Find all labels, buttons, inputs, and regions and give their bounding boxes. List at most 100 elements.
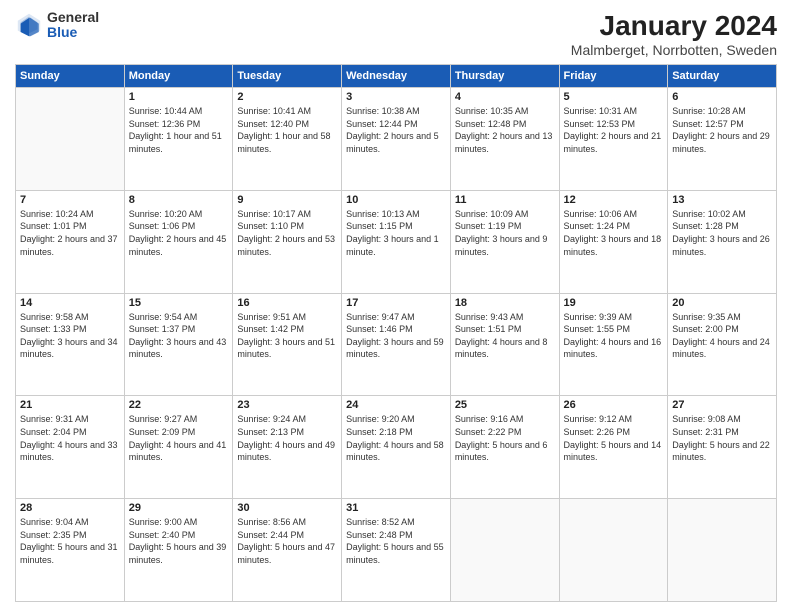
day-number-5: 5	[564, 91, 664, 103]
cell-w2-d5: 12 Sunrise: 10:06 AM Sunset: 1:24 PM Dayl…	[559, 190, 668, 293]
day-info-16: Sunrise: 9:51 AM Sunset: 1:42 PM Dayligh…	[237, 311, 337, 361]
cell-w5-d2: 30 Sunrise: 8:56 AM Sunset: 2:44 PM Dayli…	[233, 499, 342, 602]
week-row-3: 14Sunrise: 9:58 AM Sunset: 1:33 PM Dayli…	[16, 293, 777, 396]
cell-w3-d5: 19 Sunrise: 9:39 AM Sunset: 1:55 PM Dayli…	[559, 293, 668, 396]
th-friday: Friday	[559, 65, 668, 88]
day-number-31: 31	[346, 502, 446, 514]
cell-w4-d1: 22 Sunrise: 9:27 AM Sunset: 2:09 PM Dayli…	[124, 396, 233, 499]
day-number-15: 15	[129, 297, 229, 309]
day-number-10: 10	[346, 194, 446, 206]
day-info-21: Sunrise: 9:31 AM Sunset: 2:04 PM Dayligh…	[20, 413, 120, 463]
th-wednesday: Wednesday	[342, 65, 451, 88]
title-month: January 2024	[571, 10, 777, 42]
day-number-2: 2	[237, 91, 337, 103]
day-number-23: 23	[237, 399, 337, 411]
cell-w2-d2: 9Sunrise: 10:17 AM Sunset: 1:10 PM Dayli…	[233, 190, 342, 293]
day-number-22: 22	[129, 399, 229, 411]
day-number-20: 20	[672, 297, 772, 309]
cell-w5-d4	[450, 499, 559, 602]
week-row-5: 28 Sunrise: 9:04 AM Sunset: 2:35 PM Dayli…	[16, 499, 777, 602]
logo-text: General Blue	[47, 10, 99, 41]
day-number-13: 13	[672, 194, 772, 206]
cell-w5-d3: 31 Sunrise: 8:52 AM Sunset: 2:48 PM Dayli…	[342, 499, 451, 602]
title-block: January 2024 Malmberget, Norrbotten, Swe…	[571, 10, 777, 58]
day-info-19: Sunrise: 9:39 AM Sunset: 1:55 PM Dayligh…	[564, 311, 664, 361]
day-info-23: Sunrise: 9:24 AM Sunset: 2:13 PM Dayligh…	[237, 413, 337, 463]
day-number-8: 8	[129, 194, 229, 206]
cell-w4-d3: 24 Sunrise: 9:20 AM Sunset: 2:18 PM Dayli…	[342, 396, 451, 499]
day-number-17: 17	[346, 297, 446, 309]
day-number-26: 26	[564, 399, 664, 411]
day-info-12: Sunrise: 10:06 AM Sunset: 1:24 PM Daylig…	[564, 208, 664, 258]
day-number-3: 3	[346, 91, 446, 103]
header: General Blue January 2024 Malmberget, No…	[15, 10, 777, 58]
day-number-29: 29	[129, 502, 229, 514]
day-info-31: Sunrise: 8:52 AM Sunset: 2:48 PM Dayligh…	[346, 516, 446, 566]
day-number-14: 14	[20, 297, 120, 309]
day-number-16: 16	[237, 297, 337, 309]
cell-w3-d0: 14Sunrise: 9:58 AM Sunset: 1:33 PM Dayli…	[16, 293, 125, 396]
cell-w2-d6: 13 Sunrise: 10:02 AM Sunset: 1:28 PM Dayl…	[668, 190, 777, 293]
day-info-24: Sunrise: 9:20 AM Sunset: 2:18 PM Dayligh…	[346, 413, 446, 463]
day-info-30: Sunrise: 8:56 AM Sunset: 2:44 PM Dayligh…	[237, 516, 337, 566]
cell-w3-d3: 17 Sunrise: 9:47 AM Sunset: 1:46 PM Dayli…	[342, 293, 451, 396]
day-info-20: Sunrise: 9:35 AM Sunset: 2:00 PM Dayligh…	[672, 311, 772, 361]
day-number-24: 24	[346, 399, 446, 411]
day-info-18: Sunrise: 9:43 AM Sunset: 1:51 PM Dayligh…	[455, 311, 555, 361]
day-number-12: 12	[564, 194, 664, 206]
day-info-27: Sunrise: 9:08 AM Sunset: 2:31 PM Dayligh…	[672, 413, 772, 463]
day-info-7: Sunrise: 10:24 AM Sunset: 1:01 PM Daylig…	[20, 208, 120, 258]
th-sunday: Sunday	[16, 65, 125, 88]
cell-w2-d4: 11 Sunrise: 10:09 AM Sunset: 1:19 PM Dayl…	[450, 190, 559, 293]
cell-w1-d0	[16, 88, 125, 191]
day-number-1: 1	[129, 91, 229, 103]
cell-w3-d2: 16 Sunrise: 9:51 AM Sunset: 1:42 PM Dayli…	[233, 293, 342, 396]
day-info-6: Sunrise: 10:28 AM Sunset: 12:57 PM Dayli…	[672, 105, 772, 155]
cell-w4-d2: 23 Sunrise: 9:24 AM Sunset: 2:13 PM Dayli…	[233, 396, 342, 499]
logo-icon	[15, 11, 43, 39]
day-number-4: 4	[455, 91, 555, 103]
cell-w1-d5: 5 Sunrise: 10:31 AM Sunset: 12:53 PM Dayl…	[559, 88, 668, 191]
week-row-1: 1 Sunrise: 10:44 AM Sunset: 12:36 PM Dayl…	[16, 88, 777, 191]
cell-w1-d3: 3Sunrise: 10:38 AM Sunset: 12:44 PM Dayl…	[342, 88, 451, 191]
day-info-17: Sunrise: 9:47 AM Sunset: 1:46 PM Dayligh…	[346, 311, 446, 361]
day-info-10: Sunrise: 10:13 AM Sunset: 1:15 PM Daylig…	[346, 208, 446, 258]
day-info-4: Sunrise: 10:35 AM Sunset: 12:48 PM Dayli…	[455, 105, 555, 155]
day-number-21: 21	[20, 399, 120, 411]
cell-w5-d1: 29Sunrise: 9:00 AM Sunset: 2:40 PM Dayli…	[124, 499, 233, 602]
day-info-15: Sunrise: 9:54 AM Sunset: 1:37 PM Dayligh…	[129, 311, 229, 361]
th-saturday: Saturday	[668, 65, 777, 88]
cell-w5-d5	[559, 499, 668, 602]
page: General Blue January 2024 Malmberget, No…	[0, 0, 792, 612]
logo-blue-text: Blue	[47, 25, 99, 40]
cell-w5-d0: 28 Sunrise: 9:04 AM Sunset: 2:35 PM Dayli…	[16, 499, 125, 602]
cell-w3-d4: 18Sunrise: 9:43 AM Sunset: 1:51 PM Dayli…	[450, 293, 559, 396]
day-number-9: 9	[237, 194, 337, 206]
day-info-28: Sunrise: 9:04 AM Sunset: 2:35 PM Dayligh…	[20, 516, 120, 566]
th-tuesday: Tuesday	[233, 65, 342, 88]
day-info-13: Sunrise: 10:02 AM Sunset: 1:28 PM Daylig…	[672, 208, 772, 258]
cell-w2-d1: 8 Sunrise: 10:20 AM Sunset: 1:06 PM Dayli…	[124, 190, 233, 293]
day-number-28: 28	[20, 502, 120, 514]
th-thursday: Thursday	[450, 65, 559, 88]
day-info-1: Sunrise: 10:44 AM Sunset: 12:36 PM Dayli…	[129, 105, 229, 155]
day-number-30: 30	[237, 502, 337, 514]
cell-w2-d3: 10 Sunrise: 10:13 AM Sunset: 1:15 PM Dayl…	[342, 190, 451, 293]
day-number-11: 11	[455, 194, 555, 206]
day-info-25: Sunrise: 9:16 AM Sunset: 2:22 PM Dayligh…	[455, 413, 555, 463]
day-info-8: Sunrise: 10:20 AM Sunset: 1:06 PM Daylig…	[129, 208, 229, 258]
day-info-11: Sunrise: 10:09 AM Sunset: 1:19 PM Daylig…	[455, 208, 555, 258]
title-location: Malmberget, Norrbotten, Sweden	[571, 42, 777, 58]
cell-w5-d6	[668, 499, 777, 602]
day-number-19: 19	[564, 297, 664, 309]
week-row-4: 21 Sunrise: 9:31 AM Sunset: 2:04 PM Dayli…	[16, 396, 777, 499]
day-number-25: 25	[455, 399, 555, 411]
day-info-22: Sunrise: 9:27 AM Sunset: 2:09 PM Dayligh…	[129, 413, 229, 463]
cell-w4-d5: 26Sunrise: 9:12 AM Sunset: 2:26 PM Dayli…	[559, 396, 668, 499]
week-row-2: 7Sunrise: 10:24 AM Sunset: 1:01 PM Dayli…	[16, 190, 777, 293]
day-number-27: 27	[672, 399, 772, 411]
cell-w4-d4: 25 Sunrise: 9:16 AM Sunset: 2:22 PM Dayli…	[450, 396, 559, 499]
day-info-5: Sunrise: 10:31 AM Sunset: 12:53 PM Dayli…	[564, 105, 664, 155]
cell-w3-d6: 20 Sunrise: 9:35 AM Sunset: 2:00 PM Dayli…	[668, 293, 777, 396]
cell-w1-d4: 4 Sunrise: 10:35 AM Sunset: 12:48 PM Dayl…	[450, 88, 559, 191]
